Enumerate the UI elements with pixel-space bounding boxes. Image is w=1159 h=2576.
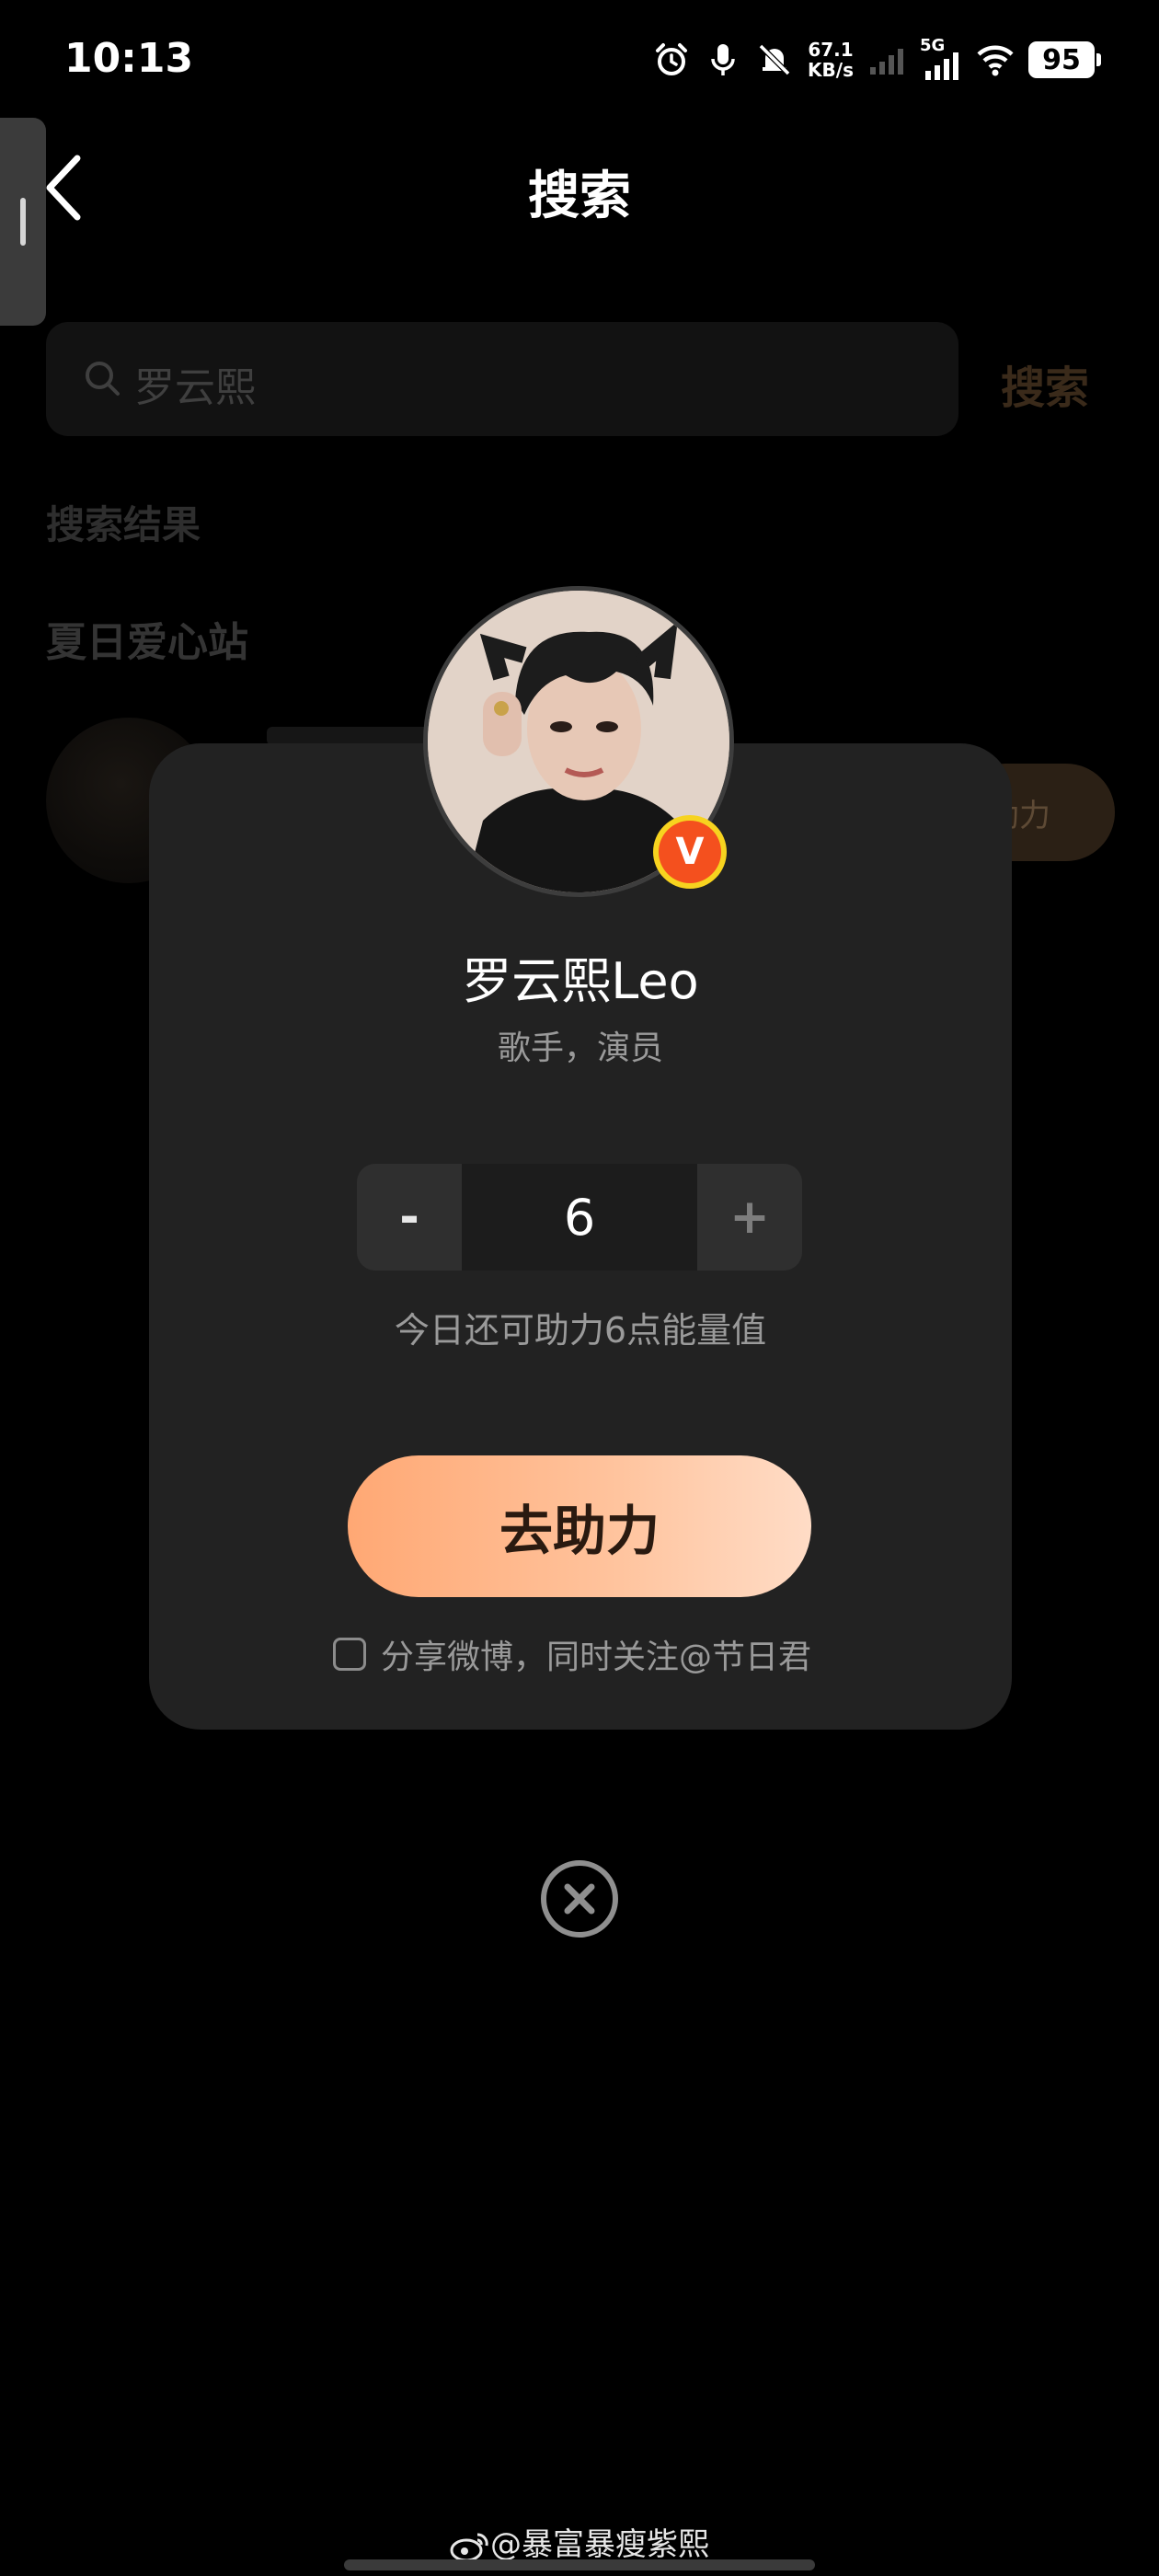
verified-badge-icon: V bbox=[653, 815, 727, 889]
watermark-text: @暴富暴瘦紫熙 bbox=[490, 2526, 709, 2563]
status-time: 10:13 bbox=[64, 35, 194, 82]
close-icon[interactable] bbox=[539, 1858, 620, 1939]
section-title: 夏日爱心站 bbox=[46, 619, 248, 666]
status-icons: 67.1 KB/s 5G 95 bbox=[653, 36, 1101, 83]
assist-button[interactable]: 去助力 bbox=[348, 1455, 811, 1597]
microphone-icon bbox=[711, 44, 735, 75]
network-speed-value: 67.1 bbox=[808, 39, 854, 61]
increase-button[interactable]: + bbox=[697, 1164, 802, 1271]
bell-muted-icon bbox=[758, 43, 791, 76]
search-query: 罗云熙 bbox=[134, 364, 256, 411]
weibo-logo-icon bbox=[450, 2532, 488, 2561]
wifi-icon bbox=[977, 45, 1014, 76]
network-speed: 67.1 KB/s bbox=[808, 40, 854, 80]
energy-value[interactable]: 6 bbox=[462, 1164, 697, 1271]
search-button[interactable]: 搜索 bbox=[1001, 351, 1089, 416]
signal-weak-icon bbox=[870, 49, 903, 75]
verified-badge-label: V bbox=[659, 821, 721, 883]
results-label: 搜索结果 bbox=[46, 502, 201, 547]
energy-stepper: - 6 + bbox=[357, 1164, 802, 1271]
network-speed-unit: KB/s bbox=[808, 59, 854, 81]
remaining-energy-text: 今日还可助力6点能量值 bbox=[394, 1310, 767, 1351]
page-title: 搜索 bbox=[528, 167, 631, 226]
decrease-button[interactable]: - bbox=[357, 1164, 462, 1271]
signal-5g: 5G bbox=[920, 36, 962, 80]
share-label: 分享微博，同时关注@节日君 bbox=[381, 1639, 812, 1676]
search-icon bbox=[86, 362, 120, 396]
home-indicator[interactable] bbox=[344, 2559, 815, 2570]
battery-indicator: 95 bbox=[1028, 41, 1101, 78]
alarm-icon bbox=[656, 43, 688, 75]
signal-strength-icon bbox=[925, 52, 958, 80]
share-checkbox[interactable] bbox=[333, 1638, 366, 1671]
celebrity-description: 歌手，演员 bbox=[497, 1029, 663, 1067]
assist-button-label: 去助力 bbox=[499, 1500, 660, 1562]
celebrity-name: 罗云熙Leo bbox=[462, 952, 699, 1010]
share-option[interactable]: 分享微博，同时关注@节日君 bbox=[333, 1630, 811, 1678]
watermark: @暴富暴瘦紫熙 bbox=[0, 2519, 1159, 2564]
